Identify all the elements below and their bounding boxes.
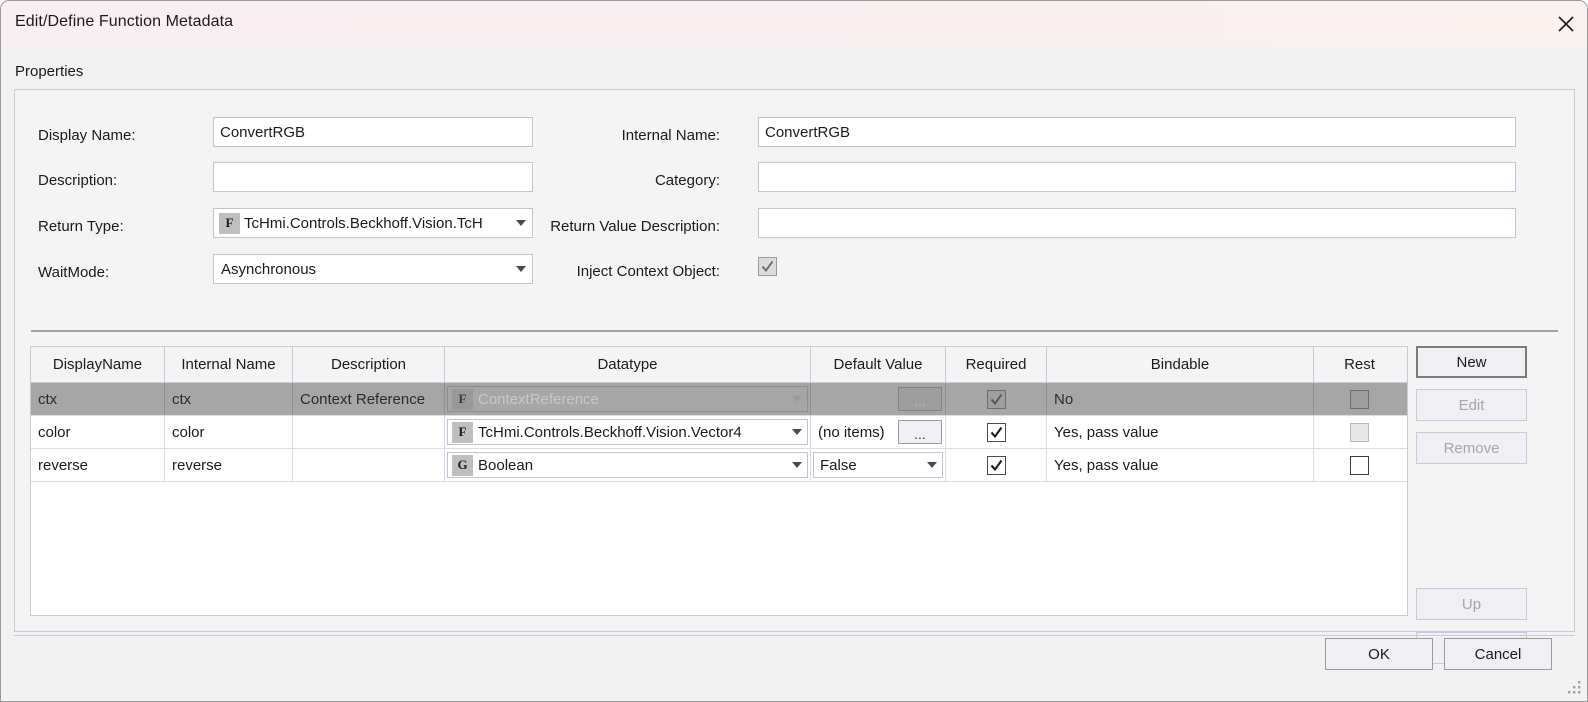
display-name-input[interactable]: ConvertRGB xyxy=(213,117,533,147)
internal-name-input[interactable]: ConvertRGB xyxy=(758,117,1516,147)
datatype-value: Boolean xyxy=(478,456,534,474)
description-input[interactable] xyxy=(213,162,533,192)
grid-col-description[interactable]: Description xyxy=(293,347,445,382)
properties-group-label: Properties xyxy=(15,63,84,80)
chevron-down-icon xyxy=(925,453,939,477)
panel-divider xyxy=(31,330,1558,332)
category-input[interactable] xyxy=(758,162,1516,192)
cell-datatype[interactable]: F ContextReference xyxy=(445,383,811,415)
parameters-grid: DisplayName Internal Name Description Da… xyxy=(30,346,1408,616)
rest-checkbox[interactable] xyxy=(1350,455,1369,475)
wait-mode-label: WaitMode: xyxy=(38,264,110,281)
cell-defaultvalue[interactable]: (no items) ... xyxy=(811,416,946,448)
default-value-ellipsis-button[interactable]: ... xyxy=(898,387,942,411)
inject-context-object-label: Inject Context Object: xyxy=(576,263,720,280)
cell-rest[interactable] xyxy=(1314,449,1405,481)
cell-displayname[interactable]: reverse xyxy=(31,449,165,481)
cell-internalname[interactable]: reverse xyxy=(165,449,293,481)
cell-description[interactable] xyxy=(293,416,445,448)
datatype-combo[interactable]: F ContextReference xyxy=(447,386,808,412)
cell-required[interactable] xyxy=(946,416,1047,448)
default-value-combo[interactable]: False xyxy=(813,452,943,478)
default-value-ellipsis-button[interactable]: ... xyxy=(898,420,942,444)
resize-grip-icon[interactable] xyxy=(1562,677,1584,699)
new-button[interactable]: New xyxy=(1416,346,1527,378)
datatype-value: ContextReference xyxy=(478,390,599,408)
cell-description[interactable]: Context Reference xyxy=(293,383,445,415)
grid-col-internalname[interactable]: Internal Name xyxy=(165,347,293,382)
ok-button[interactable]: OK xyxy=(1325,638,1433,670)
required-checkbox[interactable] xyxy=(986,455,1006,475)
dialog-window: Edit/Define Function Metadata Properties… xyxy=(0,0,1588,702)
cell-defaultvalue[interactable]: ... xyxy=(811,383,946,415)
generic-type-badge-icon: G xyxy=(452,454,473,476)
cell-datatype[interactable]: G Boolean xyxy=(445,449,811,481)
category-label: Category: xyxy=(654,172,720,189)
default-value-text: False xyxy=(820,456,857,474)
cell-internalname[interactable]: ctx xyxy=(165,383,293,415)
return-value-description-label: Return Value Description: xyxy=(550,218,720,235)
cell-datatype[interactable]: F TcHmi.Controls.Beckhoff.Vision.Vector4 xyxy=(445,416,811,448)
function-type-badge-icon: F xyxy=(452,388,473,410)
grid-col-datatype[interactable]: Datatype xyxy=(445,347,811,382)
cell-description[interactable] xyxy=(293,449,445,481)
required-checkbox[interactable] xyxy=(986,389,1006,409)
cell-defaultvalue[interactable]: False xyxy=(811,449,946,481)
cell-rest[interactable] xyxy=(1314,383,1405,415)
chevron-down-icon xyxy=(790,453,804,477)
title-bar: Edit/Define Function Metadata xyxy=(1,1,1587,47)
cell-bindable[interactable]: Yes, pass value xyxy=(1047,449,1314,481)
grid-header-row: DisplayName Internal Name Description Da… xyxy=(31,347,1407,383)
table-row[interactable]: reverse reverse G Boolean False Yes, pas… xyxy=(31,449,1407,482)
required-checkbox[interactable] xyxy=(986,422,1006,442)
grid-col-bindable[interactable]: Bindable xyxy=(1047,347,1314,382)
datatype-combo[interactable]: G Boolean xyxy=(447,452,808,478)
footer-divider xyxy=(14,635,1575,636)
cancel-button[interactable]: Cancel xyxy=(1444,638,1552,670)
rest-checkbox[interactable] xyxy=(1350,389,1369,409)
cell-required[interactable] xyxy=(946,383,1047,415)
dialog-body: Properties Display Name: ConvertRGB Desc… xyxy=(1,47,1587,701)
chevron-down-icon xyxy=(790,420,804,444)
grid-col-defaultvalue[interactable]: Default Value xyxy=(811,347,946,382)
close-icon[interactable] xyxy=(1543,1,1587,47)
window-title: Edit/Define Function Metadata xyxy=(15,13,234,30)
properties-panel: Display Name: ConvertRGB Description: Re… xyxy=(14,89,1575,664)
grid-col-required[interactable]: Required xyxy=(946,347,1047,382)
table-row[interactable]: ctx ctx Context Reference F ContextRefer… xyxy=(31,383,1407,416)
grid-col-displayname[interactable]: DisplayName xyxy=(31,347,165,382)
function-type-badge-icon: F xyxy=(452,421,473,443)
table-row[interactable]: color color F TcHmi.Controls.Beckhoff.Vi… xyxy=(31,416,1407,449)
datatype-value: TcHmi.Controls.Beckhoff.Vision.Vector4 xyxy=(478,423,742,441)
cell-bindable[interactable]: No xyxy=(1047,383,1314,415)
display-name-label: Display Name: xyxy=(38,127,136,144)
cell-required[interactable] xyxy=(946,449,1047,481)
cell-bindable[interactable]: Yes, pass value xyxy=(1047,416,1314,448)
cell-internalname[interactable]: color xyxy=(165,416,293,448)
default-value-text: (no items) xyxy=(818,423,885,441)
function-type-badge-icon: F xyxy=(219,212,240,234)
remove-button[interactable]: Remove xyxy=(1416,432,1527,464)
description-label: Description: xyxy=(38,172,118,189)
grid-col-rest[interactable]: Rest xyxy=(1314,347,1405,382)
chevron-down-icon xyxy=(790,387,804,411)
return-value-description-input[interactable] xyxy=(758,208,1516,238)
cell-rest[interactable] xyxy=(1314,416,1405,448)
rest-checkbox[interactable] xyxy=(1350,422,1369,442)
cell-displayname[interactable]: ctx xyxy=(31,383,165,415)
up-button[interactable]: Up xyxy=(1416,588,1527,620)
datatype-combo[interactable]: F TcHmi.Controls.Beckhoff.Vision.Vector4 xyxy=(447,419,808,445)
edit-button[interactable]: Edit xyxy=(1416,389,1527,421)
internal-name-label: Internal Name: xyxy=(621,127,720,144)
inject-context-object-checkbox[interactable] xyxy=(758,257,777,276)
cell-displayname[interactable]: color xyxy=(31,416,165,448)
return-type-label: Return Type: xyxy=(38,218,124,235)
